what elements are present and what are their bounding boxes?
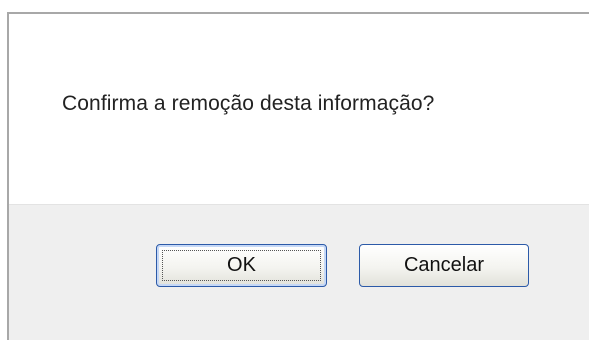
cancel-button[interactable]: Cancelar (359, 244, 529, 287)
dialog-body: Confirma a remoção desta informação? (9, 14, 589, 204)
ok-button-label: OK (227, 254, 256, 276)
cancel-button-label: Cancelar (403, 254, 485, 276)
confirm-dialog: Confirma a remoção desta informação? OK … (7, 12, 589, 340)
dialog-message: Confirma a remoção desta informação? (62, 92, 435, 115)
ok-button[interactable]: OK (156, 244, 327, 287)
dialog-footer: OK Cancelar (9, 204, 589, 340)
